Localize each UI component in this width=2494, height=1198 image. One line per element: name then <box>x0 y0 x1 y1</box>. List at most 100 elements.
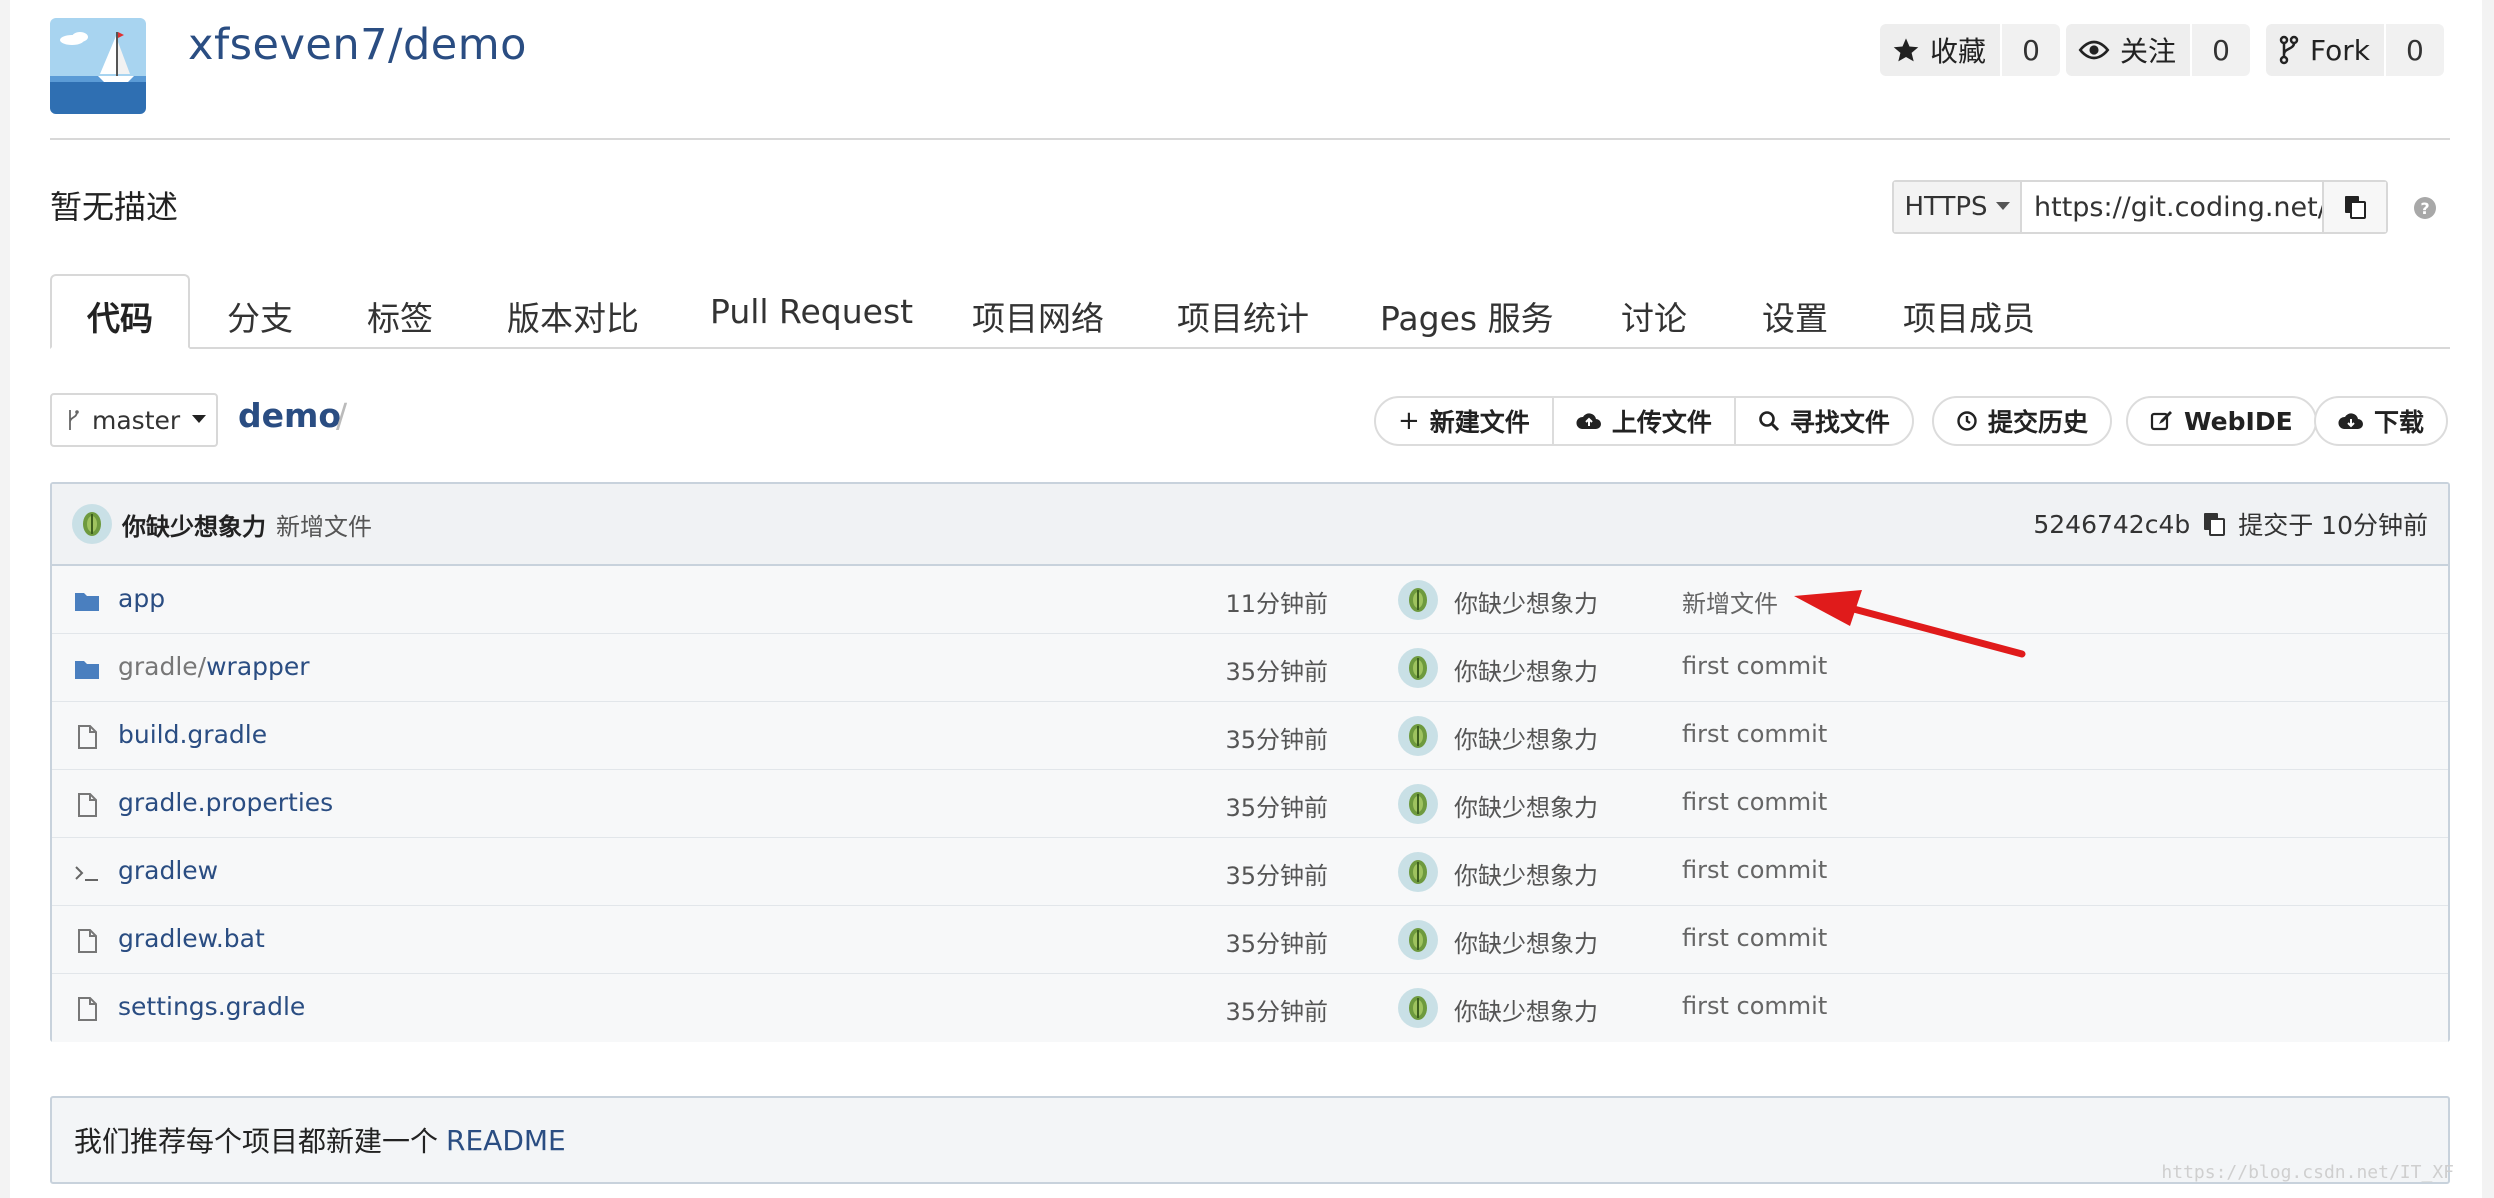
webide-label: WebIDE <box>2184 406 2293 436</box>
file-author[interactable]: 你缺少想象力 <box>1454 856 1598 891</box>
commit-author[interactable]: 你缺少想象力 <box>122 507 266 542</box>
tabs-divider <box>50 347 2450 349</box>
plus-icon: + <box>1398 406 1420 436</box>
file-time: 35分钟前 <box>1225 658 1328 686</box>
file-row[interactable]: build.gradle 35分钟前 你缺少想象力 first commit <box>52 702 2448 770</box>
webide-button[interactable]: WebIDE <box>2126 396 2317 446</box>
file-author[interactable]: 你缺少想象力 <box>1454 788 1598 823</box>
file-icon <box>78 929 97 953</box>
find-file-button[interactable]: 寻找文件 <box>1735 396 1914 446</box>
file-name-link[interactable]: gradlew.bat <box>118 924 265 953</box>
tab-members[interactable]: 项目成员 <box>1903 292 2035 340</box>
file-name-link[interactable]: gradlew <box>118 856 218 885</box>
path-separator: / <box>336 396 348 435</box>
file-author[interactable]: 你缺少想象力 <box>1454 924 1598 959</box>
header-divider <box>50 138 2450 140</box>
clone-protocol-select[interactable]: HTTPS <box>1894 182 2022 232</box>
clone-url-box: HTTPS https://git.coding.net/ <box>1892 180 2388 234</box>
avatar[interactable] <box>72 504 112 544</box>
tab-statistics[interactable]: 项目统计 <box>1177 292 1309 340</box>
file-name-link[interactable]: gradle/wrapper <box>118 652 310 681</box>
page-edge-left <box>0 0 10 1198</box>
avatar[interactable] <box>1398 716 1438 756</box>
watermark: https://blog.csdn.net/IT_XF <box>2161 1162 2454 1183</box>
find-file-label: 寻找文件 <box>1789 408 1890 437</box>
file-icon <box>78 997 97 1021</box>
clone-url-input[interactable]: https://git.coding.net/ <box>2022 182 2322 232</box>
commit-meta: 5246742c4b 提交于 10分钟前 <box>2033 484 2428 564</box>
file-author[interactable]: 你缺少想象力 <box>1454 992 1598 1027</box>
commit-history-label: 提交历史 <box>1988 408 2089 437</box>
file-commit-message[interactable]: first commit <box>1682 992 1827 1020</box>
file-row[interactable]: app 11分钟前 你缺少想象力 新增文件 <box>52 566 2448 634</box>
commit-hash[interactable]: 5246742c4b <box>2033 510 2190 539</box>
help-icon[interactable]: ? <box>2414 197 2436 219</box>
new-file-button[interactable]: + 新建文件 <box>1374 396 1554 446</box>
cloud-download-icon <box>2338 413 2363 429</box>
file-name-link[interactable]: gradle.properties <box>118 788 333 817</box>
file-author[interactable]: 你缺少想象力 <box>1454 584 1598 619</box>
avatar[interactable] <box>1398 580 1438 620</box>
avatar[interactable] <box>1398 648 1438 688</box>
path-root-link[interactable]: demo <box>238 396 341 435</box>
fork-button[interactable]: Fork <box>2266 24 2384 76</box>
avatar[interactable] <box>1398 988 1438 1028</box>
watch-button[interactable]: 关注 <box>2066 24 2191 76</box>
readme-link[interactable]: README <box>446 1124 566 1157</box>
tab-discussion[interactable]: 讨论 <box>1621 292 1687 340</box>
tab-code[interactable]: 代码 <box>87 292 153 340</box>
file-name-link[interactable]: settings.gradle <box>118 992 305 1021</box>
commit-history-button[interactable]: 提交历史 <box>1932 396 2113 446</box>
file-time: 35分钟前 <box>1225 794 1328 822</box>
copy-url-button[interactable] <box>2322 182 2386 232</box>
watch-group[interactable]: 关注 0 <box>2066 24 2251 76</box>
file-row[interactable]: gradle/wrapper 35分钟前 你缺少想象力 first commit <box>52 634 2448 702</box>
download-button[interactable]: 下载 <box>2314 396 2449 446</box>
avatar[interactable] <box>1398 784 1438 824</box>
file-icon <box>78 725 97 749</box>
file-author[interactable]: 你缺少想象力 <box>1454 720 1598 755</box>
star-count[interactable]: 0 <box>2000 24 2061 76</box>
repo-name[interactable]: xfseven7/demo <box>188 20 527 70</box>
file-row[interactable]: gradle.properties 35分钟前 你缺少想象力 first com… <box>52 770 2448 838</box>
file-commit-message[interactable]: first commit <box>1682 720 1827 748</box>
file-author[interactable]: 你缺少想象力 <box>1454 652 1598 687</box>
file-name-link[interactable]: build.gradle <box>118 720 267 749</box>
star-button[interactable]: 收藏 <box>1880 24 2001 76</box>
file-time: 35分钟前 <box>1225 862 1328 890</box>
commit-time: 提交于 10分钟前 <box>2238 511 2428 540</box>
watch-count[interactable]: 0 <box>2190 24 2251 76</box>
page-edge-right <box>2482 0 2494 1198</box>
file-row[interactable]: gradlew.bat 35分钟前 你缺少想象力 first commit <box>52 906 2448 974</box>
avatar[interactable] <box>1398 920 1438 960</box>
file-commit-message[interactable]: first commit <box>1682 856 1827 884</box>
tab-tags[interactable]: 标签 <box>367 292 433 340</box>
file-name-link[interactable]: app <box>118 584 165 613</box>
fork-group[interactable]: Fork 0 <box>2266 24 2444 76</box>
tab-pull-request[interactable]: Pull Request <box>710 292 913 331</box>
caret-down-icon <box>192 415 207 423</box>
eye-icon <box>2078 40 2110 60</box>
repo-logo[interactable] <box>50 18 146 114</box>
tab-compare[interactable]: 版本对比 <box>507 292 639 340</box>
upload-file-label: 上传文件 <box>1611 408 1712 437</box>
avatar[interactable] <box>1398 852 1438 892</box>
file-commit-message[interactable]: 新增文件 <box>1682 584 1778 619</box>
commit-message[interactable]: 新增文件 <box>276 507 372 542</box>
file-commit-message[interactable]: first commit <box>1682 788 1827 816</box>
tab-pages[interactable]: Pages 服务 <box>1380 292 1554 340</box>
tab-network[interactable]: 项目网络 <box>972 292 1104 340</box>
file-commit-message[interactable]: first commit <box>1682 924 1827 952</box>
branch-icon <box>69 410 79 430</box>
tab-branches[interactable]: 分支 <box>227 292 293 340</box>
folder-icon <box>75 593 99 611</box>
branch-selector[interactable]: master <box>50 393 218 447</box>
file-row[interactable]: gradlew 35分钟前 你缺少想象力 first commit <box>52 838 2448 906</box>
file-row[interactable]: settings.gradle 35分钟前 你缺少想象力 first commi… <box>52 974 2448 1042</box>
fork-count[interactable]: 0 <box>2383 24 2444 76</box>
tab-settings[interactable]: 设置 <box>1762 292 1828 340</box>
star-group[interactable]: 收藏 0 <box>1880 24 2061 76</box>
upload-file-button[interactable]: 上传文件 <box>1553 396 1736 446</box>
copy-icon[interactable] <box>2202 511 2226 537</box>
history-group: 提交历史 <box>1932 396 2113 446</box>
